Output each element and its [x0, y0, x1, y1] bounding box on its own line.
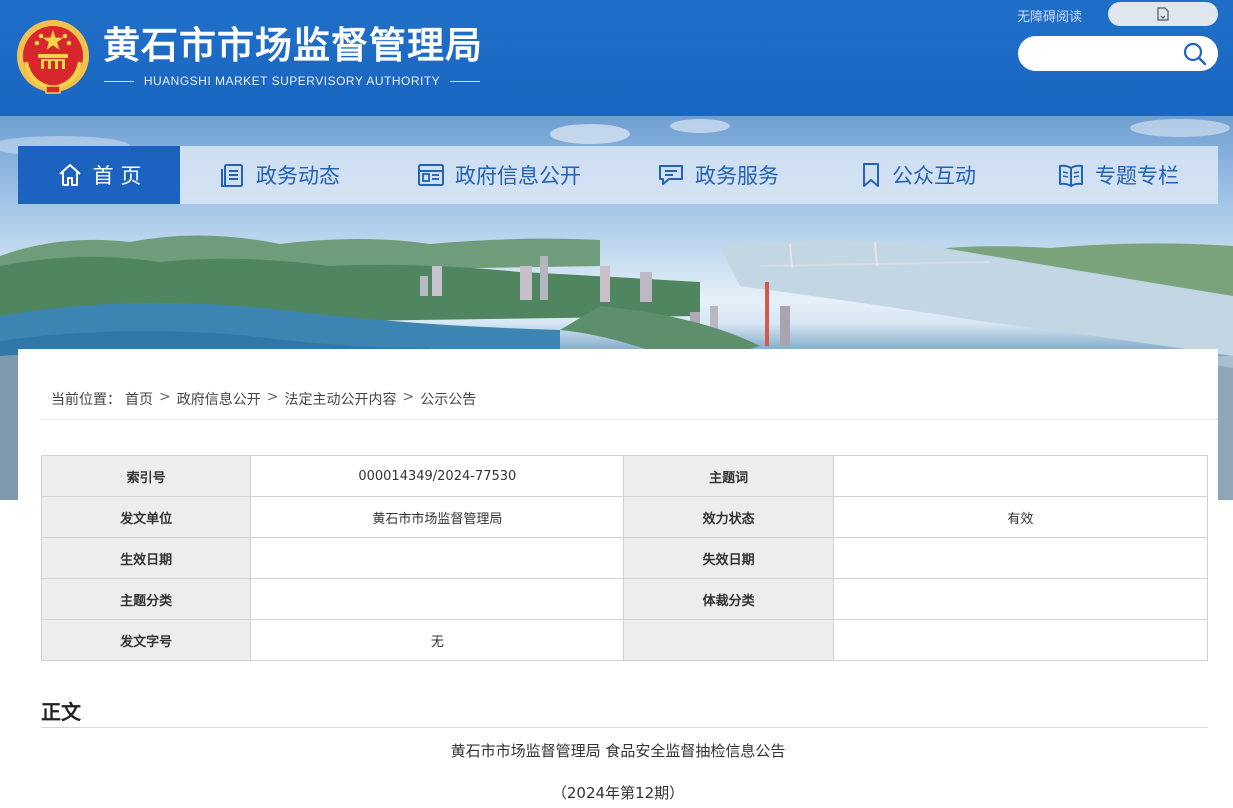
meta-key: 索引号 [40, 455, 252, 497]
meta-value: 无 [250, 619, 625, 661]
bookmark-icon [863, 163, 879, 187]
site-subtitle: HUANGSHI MARKET SUPERVISORY AUTHORITY [104, 74, 480, 88]
site-subtitle-text: HUANGSHI MARKET SUPERVISORY AUTHORITY [143, 74, 441, 88]
national-emblem-icon [17, 20, 89, 94]
page-icon [1157, 7, 1169, 21]
nav-special-topics[interactable]: 专题专栏 [1018, 146, 1218, 204]
nav-gov-services[interactable]: 政务服务 [618, 146, 818, 204]
meta-value [832, 619, 1209, 661]
chat-service-icon [659, 165, 683, 185]
breadcrumb-announcements[interactable]: 公示公告 [420, 389, 476, 409]
meta-value [250, 578, 625, 620]
meta-key: 生效日期 [40, 537, 252, 579]
meta-key: 发文单位 [40, 496, 252, 538]
table-row: 发文单位 黄石市市场监督管理局 效力状态 有效 [40, 496, 1209, 538]
site-header: 黄石市市场监督管理局 HUANGSHI MARKET SUPERVISORY A… [0, 0, 1233, 116]
meta-key [623, 619, 834, 661]
body-section-title: 正文 [41, 700, 81, 724]
info-panel-icon [418, 164, 444, 186]
meta-key: 发文字号 [40, 619, 252, 661]
nav-info-disclosure-label: 政府信息公开 [455, 164, 581, 188]
home-icon [58, 164, 81, 186]
nav-gov-services-label: 政务服务 [695, 164, 779, 188]
document-heading: 黄石市市场监督管理局 食品安全监督抽检信息公告 [450, 742, 786, 760]
breadcrumb-separator: > [159, 389, 171, 405]
breadcrumb-home[interactable]: 首页 [125, 389, 153, 409]
breadcrumb: 当前位置： 首页 > 政府信息公开 > 法定主动公开内容 > 公示公告 [51, 389, 476, 409]
meta-key: 失效日期 [623, 537, 834, 579]
meta-value [832, 455, 1209, 497]
nav-info-disclosure[interactable]: 政府信息公开 [380, 146, 618, 204]
nav-public-interaction-label: 公众互动 [892, 164, 976, 188]
meta-value [832, 537, 1209, 579]
nav-special-topics-label: 专题专栏 [1095, 164, 1179, 188]
meta-key: 主题分类 [40, 578, 252, 620]
meta-value: 000014349/2024-77530 [250, 455, 625, 497]
table-row: 发文字号 无 [40, 619, 1209, 661]
document-list-icon [221, 164, 243, 187]
accessibility-link[interactable]: 无障碍阅读 [1017, 6, 1082, 25]
nav-home-label: 首 页 [92, 164, 142, 188]
meta-key: 主题词 [623, 455, 834, 497]
nav-government-news[interactable]: 政务动态 [180, 146, 380, 204]
meta-value [832, 578, 1209, 620]
breadcrumb-statutory-content[interactable]: 法定主动公开内容 [284, 389, 396, 409]
main-nav: 首 页 政务动态 政府信息公开 政务服务 公众互动 专题专栏 [18, 146, 1218, 204]
breadcrumb-prefix: 当前位置： [51, 392, 121, 408]
meta-key: 效力状态 [623, 496, 834, 538]
breadcrumb-divider [40, 419, 1218, 420]
nav-government-news-label: 政务动态 [256, 164, 340, 188]
table-row: 生效日期 失效日期 [40, 537, 1209, 579]
subtitle-rule-right [450, 80, 480, 82]
subtitle-rule-left [104, 80, 134, 82]
meta-value [250, 537, 625, 579]
meta-key: 体裁分类 [623, 578, 834, 620]
document-metadata-table: 索引号 000014349/2024-77530 主题词 发文单位 黄石市市场监… [40, 455, 1209, 661]
meta-value: 有效 [832, 496, 1209, 538]
body-divider [41, 727, 1208, 728]
search-icon[interactable] [1182, 41, 1208, 67]
accessibility-toggle[interactable] [1108, 2, 1218, 26]
breadcrumb-info-disclosure[interactable]: 政府信息公开 [177, 389, 261, 409]
table-row: 索引号 000014349/2024-77530 主题词 [40, 455, 1209, 497]
site-title: 黄石市市场监督管理局 [103, 24, 483, 67]
table-row: 主题分类 体裁分类 [40, 578, 1209, 620]
content-panel: 当前位置： 首页 > 政府信息公开 > 法定主动公开内容 > 公示公告 索引号 … [18, 349, 1218, 808]
breadcrumb-separator: > [266, 389, 279, 405]
search-box [1018, 36, 1218, 71]
book-icon [1059, 164, 1083, 187]
breadcrumb-separator: > [402, 389, 415, 405]
nav-public-interaction[interactable]: 公众互动 [818, 146, 1018, 204]
document-issue-number: （2024年第12期） [551, 784, 685, 802]
meta-value: 黄石市市场监督管理局 [250, 496, 625, 538]
nav-home[interactable]: 首 页 [18, 146, 180, 204]
search-input[interactable] [1032, 43, 1182, 64]
